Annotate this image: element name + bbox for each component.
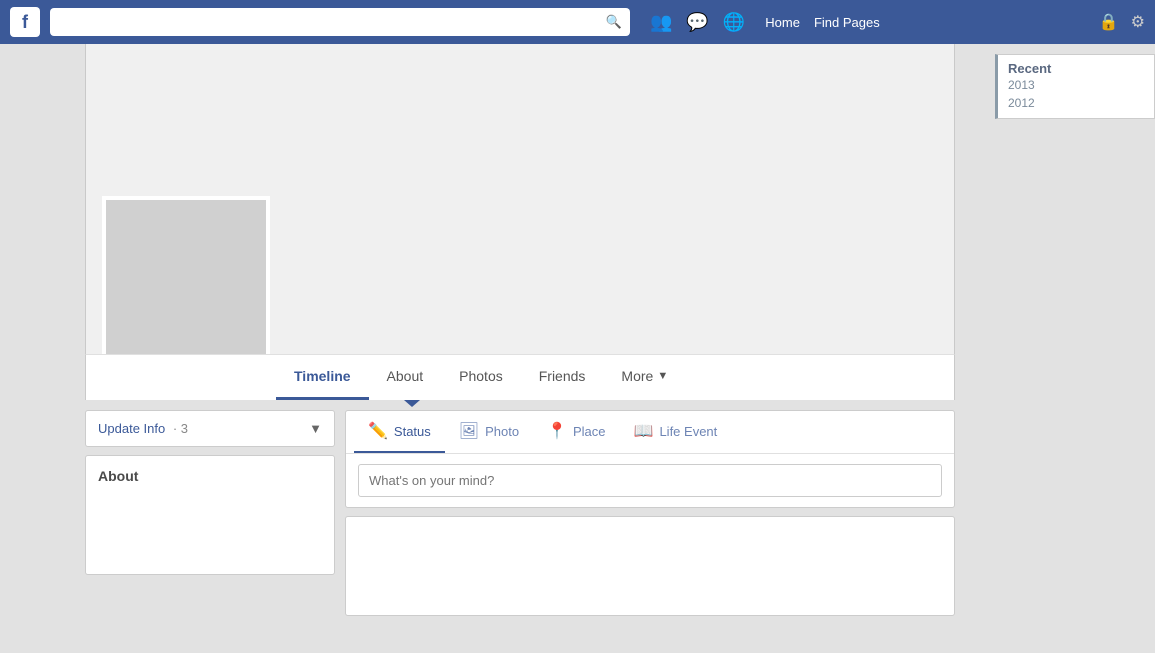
find-pages-link[interactable]: Find Pages bbox=[814, 15, 880, 30]
content-area: Update Info · 3 ▼ About ✏️ bbox=[85, 400, 955, 626]
nav-links-group: Home Find Pages bbox=[765, 15, 879, 30]
composer-tab-life-event[interactable]: 📖 Life Event bbox=[620, 411, 732, 453]
left-sidebar: Update Info · 3 ▼ About bbox=[85, 410, 335, 616]
timeline-year-2013[interactable]: 2013 bbox=[1008, 76, 1144, 94]
timeline-section: Recent 2013 2012 bbox=[995, 54, 1155, 119]
timeline-sidebar: Recent 2013 2012 bbox=[995, 44, 1155, 119]
main-column: Timeline About Photos Friends More ▼ bbox=[85, 44, 955, 653]
tab-about[interactable]: About bbox=[369, 355, 442, 400]
active-tab-indicator bbox=[404, 400, 420, 407]
friends-icon[interactable]: 👥 bbox=[650, 12, 672, 33]
tab-more[interactable]: More ▼ bbox=[603, 355, 686, 400]
profile-tabs-bar: Timeline About Photos Friends More ▼ bbox=[85, 354, 955, 400]
top-navigation: f 🔍 👥 💬 🌐 Home Find Pages 🔒 ⚙ bbox=[0, 0, 1155, 44]
timeline-year-2012[interactable]: 2012 bbox=[1008, 94, 1144, 112]
photo-icon: 🖼 bbox=[459, 421, 479, 441]
gear-icon[interactable]: ⚙ bbox=[1131, 12, 1145, 32]
whats-on-your-mind-input[interactable] bbox=[358, 464, 942, 497]
update-info-chevron: ▼ bbox=[309, 421, 322, 436]
post-content-box bbox=[345, 516, 955, 616]
globe-icon[interactable]: 🌐 bbox=[723, 12, 745, 33]
update-info-label: Update Info · 3 bbox=[98, 421, 188, 436]
profile-picture[interactable] bbox=[102, 196, 270, 364]
life-event-icon: 📖 bbox=[634, 421, 654, 441]
timeline-recent-label: Recent bbox=[1008, 61, 1144, 76]
update-info-bar[interactable]: Update Info · 3 ▼ bbox=[85, 410, 335, 447]
messages-icon[interactable]: 💬 bbox=[686, 12, 708, 33]
composer-tab-place[interactable]: 📍 Place bbox=[533, 411, 619, 453]
tab-photos[interactable]: Photos bbox=[441, 355, 521, 400]
page-outer-layout: Timeline About Photos Friends More ▼ bbox=[0, 44, 1155, 653]
search-icon: 🔍 bbox=[606, 14, 622, 30]
composer-input-area bbox=[346, 454, 954, 507]
right-content: ✏️ Status 🖼 Photo 📍 Place 📖 bbox=[345, 410, 955, 616]
nav-right-icons-group: 🔒 ⚙ bbox=[1099, 12, 1145, 32]
right-spacer: Recent 2013 2012 bbox=[955, 44, 1155, 653]
facebook-logo[interactable]: f bbox=[10, 7, 40, 37]
tab-timeline[interactable]: Timeline bbox=[276, 355, 369, 400]
search-bar-container: 🔍 bbox=[50, 8, 630, 36]
search-input[interactable] bbox=[50, 8, 630, 36]
home-link[interactable]: Home bbox=[765, 15, 800, 30]
lock-icon[interactable]: 🔒 bbox=[1099, 12, 1119, 32]
place-icon: 📍 bbox=[547, 421, 567, 441]
post-composer: ✏️ Status 🖼 Photo 📍 Place 📖 bbox=[345, 410, 955, 508]
composer-tab-status[interactable]: ✏️ Status bbox=[354, 411, 445, 453]
nav-icons-group: 👥 💬 🌐 bbox=[650, 12, 745, 33]
left-spacer bbox=[0, 44, 85, 653]
composer-tabs: ✏️ Status 🖼 Photo 📍 Place 📖 bbox=[346, 411, 954, 454]
status-icon: ✏️ bbox=[368, 421, 388, 441]
cover-photo bbox=[85, 44, 955, 354]
profile-picture-wrapper bbox=[102, 196, 270, 364]
more-dropdown-arrow: ▼ bbox=[657, 370, 668, 382]
about-card-title: About bbox=[98, 468, 322, 484]
about-card: About bbox=[85, 455, 335, 575]
composer-tab-photo[interactable]: 🖼 Photo bbox=[445, 411, 533, 453]
tab-friends[interactable]: Friends bbox=[521, 355, 604, 400]
